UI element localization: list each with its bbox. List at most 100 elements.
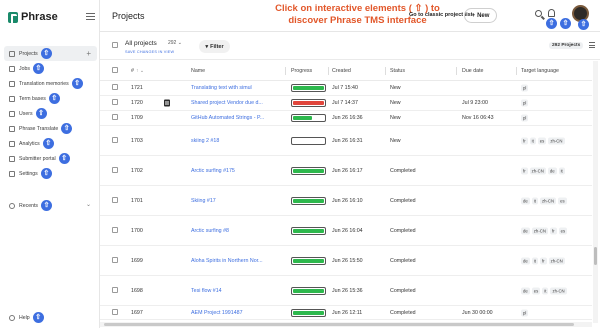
project-name-link[interactable]: skiing 2 #18 bbox=[191, 138, 277, 144]
save-changes-in-view-link[interactable]: SAVE CHANGES IN VIEW bbox=[125, 50, 174, 54]
project-name-link[interactable]: Aloha Spirits in Northern Nor... bbox=[191, 258, 277, 264]
scroll-thumb[interactable] bbox=[594, 247, 597, 265]
column-divider[interactable] bbox=[328, 67, 329, 75]
tour-badge[interactable]: ⇧ bbox=[58, 153, 70, 164]
table-row[interactable]: 1699 Aloha Spirits in Northern Nor... Jun … bbox=[100, 246, 592, 276]
sidebar-item-users[interactable]: Users ⇧ bbox=[4, 106, 97, 121]
table-row[interactable]: 1721 Translating text with simul Jul 7 15:… bbox=[100, 81, 592, 96]
project-name-link[interactable]: Shared project Vendor due d... bbox=[191, 100, 277, 106]
project-name-link[interactable]: GitHub Automated Strings - P... bbox=[191, 115, 277, 121]
tour-badge[interactable]: ⇧ bbox=[41, 200, 53, 211]
logo-text: Phrase bbox=[21, 11, 58, 23]
status-text: Completed bbox=[390, 197, 416, 204]
sort-icon[interactable]: ↑ ⌄ bbox=[136, 68, 144, 74]
tour-badge[interactable]: ⇧ bbox=[48, 93, 60, 104]
row-checkbox[interactable] bbox=[112, 99, 118, 107]
notification-bell-icon[interactable] bbox=[548, 9, 555, 17]
language-tag: zh-CN bbox=[548, 257, 565, 264]
header-id[interactable]: # ↑ ⌄ bbox=[131, 68, 144, 74]
project-name-link[interactable]: Tesi flow #14 bbox=[191, 288, 277, 294]
tour-badge[interactable]: ⇧ bbox=[560, 18, 571, 29]
chevron-down-icon[interactable]: ⌄ bbox=[86, 201, 91, 208]
table-row[interactable]: 1697 AEM Project 1991487 Jun 26 12:11 Compl… bbox=[100, 306, 592, 320]
new-project-button[interactable]: + New bbox=[464, 8, 497, 23]
sidebar-item-label: Translation memories bbox=[19, 80, 69, 87]
sidebar-item-submitter-portal[interactable]: Submitter portal ⇧ bbox=[4, 151, 97, 166]
tour-badge[interactable]: ⇧ bbox=[40, 48, 52, 59]
row-checkbox[interactable] bbox=[112, 166, 118, 175]
sidebar-recents[interactable]: Recents ⇧ ⌄ bbox=[4, 198, 97, 213]
scroll-thumb[interactable] bbox=[104, 323, 574, 326]
tour-badge[interactable]: ⇧ bbox=[40, 168, 52, 179]
phrase-logo[interactable]: Phrase bbox=[8, 11, 58, 23]
tour-badge[interactable]: ⇧ bbox=[71, 78, 83, 89]
project-name-link[interactable]: Arctic surfing #8 bbox=[191, 228, 277, 234]
sidebar-collapse-icon[interactable] bbox=[86, 13, 95, 20]
tour-badge[interactable]: ⇧ bbox=[32, 312, 44, 323]
project-id: 1703 bbox=[131, 137, 143, 144]
table-row[interactable]: 1698 Tesi flow #14 Jun 26 15:36 Completed de… bbox=[100, 276, 592, 306]
project-name-link[interactable]: Translating text with simul bbox=[191, 85, 277, 91]
add-project-plus-icon[interactable]: + bbox=[86, 49, 91, 58]
tour-badge[interactable]: ⇧ bbox=[546, 18, 557, 29]
due-date: Jul 9 23:00 bbox=[462, 100, 488, 106]
target-languages: de it zh-CN es bbox=[521, 197, 577, 204]
filter-button[interactable]: ▾ Filter bbox=[199, 40, 230, 53]
sidebar-help[interactable]: Help ⇧ bbox=[4, 310, 97, 325]
table-row[interactable]: 1701 Skiing #17 Jun 26 16:10 Completed de it z… bbox=[100, 186, 592, 216]
row-checkbox[interactable] bbox=[112, 256, 118, 265]
language-tag: es bbox=[558, 197, 567, 204]
sidebar-item-phrase-translate[interactable]: Phrase Translate ⇧ bbox=[4, 121, 97, 136]
jobs-icon bbox=[9, 65, 15, 72]
table-row[interactable]: 1700 Arctic surfing #8 Jun 26 16:04 Complet… bbox=[100, 216, 592, 246]
sidebar-item-label: Term bases bbox=[19, 95, 46, 102]
chevron-down-icon[interactable]: ⌄ bbox=[178, 40, 182, 46]
search-icon[interactable] bbox=[535, 9, 542, 17]
row-checkbox[interactable] bbox=[112, 286, 118, 295]
sidebar-item-settings[interactable]: Settings ⇧ bbox=[4, 166, 97, 181]
vertical-scrollbar[interactable] bbox=[593, 61, 598, 323]
header-status[interactable]: Status bbox=[390, 68, 405, 74]
tour-badge[interactable]: ⇧ bbox=[35, 108, 47, 119]
header-created[interactable]: Created bbox=[332, 68, 351, 74]
column-settings-icon[interactable] bbox=[589, 42, 595, 48]
horizontal-scrollbar[interactable] bbox=[100, 322, 592, 327]
language-tag: de bbox=[521, 197, 530, 204]
view-selector[interactable]: All projects bbox=[125, 40, 157, 47]
row-checkbox[interactable] bbox=[112, 114, 118, 122]
table-row[interactable]: 1720 Shared project Vendor due d... Jul 7 … bbox=[100, 96, 592, 111]
header-target-language[interactable]: Target language bbox=[521, 68, 559, 74]
row-checkbox[interactable] bbox=[112, 226, 118, 235]
column-divider[interactable] bbox=[456, 67, 457, 75]
tour-badge[interactable]: ⇧ bbox=[42, 138, 54, 149]
select-all-checkbox[interactable] bbox=[112, 42, 118, 48]
tour-badge[interactable]: ⇧ bbox=[61, 123, 73, 134]
header-checkbox[interactable] bbox=[112, 66, 118, 75]
column-divider[interactable] bbox=[285, 67, 286, 75]
column-divider[interactable] bbox=[516, 67, 517, 75]
column-divider[interactable] bbox=[385, 67, 386, 75]
table-row[interactable]: 1702 Arctic surfing #175 Jun 26 16:17 Compl… bbox=[100, 156, 592, 186]
project-name-link[interactable]: AEM Project 1991487 bbox=[191, 310, 277, 316]
header-due-date[interactable]: Due date bbox=[462, 68, 484, 74]
sidebar-item-projects[interactable]: Projects ⇧ + bbox=[4, 46, 97, 61]
row-checkbox[interactable] bbox=[112, 308, 118, 317]
header-name[interactable]: Name bbox=[191, 68, 277, 74]
row-checkbox[interactable] bbox=[112, 84, 118, 92]
sidebar-item-jobs[interactable]: Jobs ⇧ bbox=[4, 61, 97, 76]
sidebar-item-analytics[interactable]: Analytics ⇧ bbox=[4, 136, 97, 151]
table-row[interactable]: 1703 skiing 2 #18 Jun 26 16:31 New fr it es zh-… bbox=[100, 126, 592, 156]
row-checkbox[interactable] bbox=[112, 136, 118, 145]
gear-icon bbox=[9, 170, 15, 177]
language-tag: it bbox=[558, 167, 565, 174]
header-progress[interactable]: Progress bbox=[291, 68, 312, 74]
table-row[interactable]: 1709 GitHub Automated Strings - P... Jun 2… bbox=[100, 111, 592, 126]
project-name-link[interactable]: Arctic surfing #175 bbox=[191, 168, 277, 174]
row-checkbox[interactable] bbox=[112, 196, 118, 205]
language-tag: pl bbox=[521, 114, 529, 122]
sidebar-item-translation-memories[interactable]: Translation memories ⇧ bbox=[4, 76, 97, 91]
project-name-link[interactable]: Skiing #17 bbox=[191, 198, 277, 204]
tour-badge[interactable]: ⇧ bbox=[32, 63, 44, 74]
sidebar-item-term-bases[interactable]: Term bases ⇧ bbox=[4, 91, 97, 106]
tour-badge[interactable]: ⇧ bbox=[578, 19, 589, 30]
